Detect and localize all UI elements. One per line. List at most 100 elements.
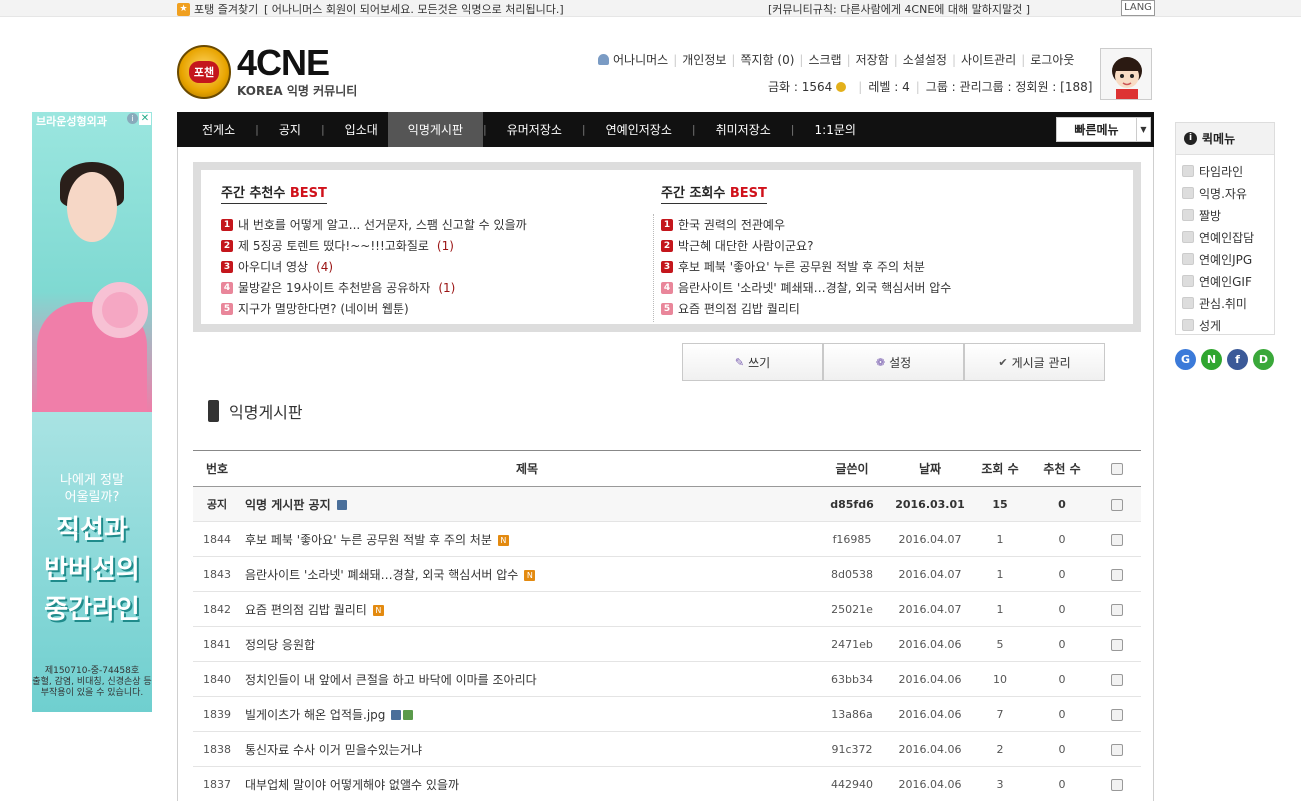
usermenu-nickname[interactable]: 어나니머스: [613, 51, 668, 68]
usermenu-site-admin[interactable]: 사이트관리: [961, 51, 1016, 68]
nav-item-notice[interactable]: 공지: [279, 112, 301, 147]
nav-item-entrance[interactable]: 입소대: [345, 112, 378, 147]
post-title[interactable]: 대부업체 말이야 어떻게해야 없앨수 있을까: [245, 778, 459, 792]
views-best-item[interactable]: 4 음란사이트 '소라넷' 폐쇄돼…경찰, 외국 핵심서버 압수: [661, 277, 1081, 298]
row-checkbox[interactable]: [1111, 498, 1123, 511]
best-item-title[interactable]: 박근혜 대단한 사람이군요?: [678, 237, 813, 254]
post-author[interactable]: 8d0538: [813, 556, 891, 592]
info-icon[interactable]: i: [127, 113, 138, 124]
post-checkbox-cell[interactable]: [1093, 731, 1141, 767]
post-title[interactable]: 통신자료 수사 이거 믿을수있는거냐: [245, 743, 422, 757]
quick-menu-item[interactable]: 연예인GIF: [1182, 270, 1274, 292]
col-header-views[interactable]: 조회 수: [969, 450, 1031, 487]
post-author[interactable]: 25021e: [813, 591, 891, 627]
side-ad-banner[interactable]: 브라운성형외과 i ✕ 나에게 정말 어울릴까? 직선과 반버선의 중간라인 제…: [32, 112, 152, 712]
quick-menu-item[interactable]: 성게: [1182, 314, 1274, 336]
usermenu-saved[interactable]: 저장함: [856, 51, 889, 68]
post-checkbox-cell[interactable]: [1093, 521, 1141, 557]
best-item-title[interactable]: 아우디녀 영상: [238, 258, 308, 275]
post-checkbox-cell[interactable]: [1093, 661, 1141, 697]
nav-item-hobby[interactable]: 취미저장소: [716, 112, 771, 147]
nav-item-inquiry[interactable]: 1:1문의: [815, 112, 856, 147]
recommend-best-item[interactable]: 4 물방같은 19사이트 추천받음 공유하자 (1): [221, 277, 641, 298]
post-title[interactable]: 빌게이츠가 해온 업적들.jpg: [245, 708, 385, 722]
recommend-best-item[interactable]: 2 제 5징공 토렌트 떴다!~~!!!고화질로 (1): [221, 235, 641, 256]
best-item-title[interactable]: 후보 페북 '좋아요' 누른 공무원 적발 후 주의 처분: [678, 258, 925, 275]
col-header-checkbox[interactable]: [1093, 450, 1141, 487]
table-row[interactable]: 1844 후보 페북 '좋아요' 누른 공무원 적발 후 주의 처분 Nf16985…: [193, 521, 1141, 557]
post-title-cell[interactable]: 음란사이트 '소라넷' 폐쇄돼…경찰, 외국 핵심서버 압수 N: [241, 556, 813, 592]
nav-item-anonymous-board[interactable]: 익명게시판: [387, 112, 483, 147]
post-author[interactable]: 91c372: [813, 731, 891, 767]
notice-row[interactable]: 공지 익명 게시판 공지 d85fd6 2016.03.01 15 0: [193, 486, 1141, 522]
post-checkbox-cell[interactable]: [1093, 556, 1141, 592]
row-checkbox[interactable]: [1111, 568, 1123, 581]
nav-item-humor[interactable]: 유머저장소: [507, 112, 562, 147]
write-button[interactable]: ✎ 쓰기: [682, 343, 823, 381]
quick-menu-item[interactable]: 연예인JPG: [1182, 248, 1274, 270]
table-row[interactable]: 1839 빌게이츠가 해온 업적들.jpg 13a86a 2016.04.06 7 0: [193, 696, 1141, 732]
row-checkbox[interactable]: [1111, 743, 1123, 756]
post-title-cell[interactable]: 정의당 응원합: [241, 626, 813, 662]
best-item-title[interactable]: 제 5징공 토렌트 떴다!~~!!!고화질로: [238, 237, 429, 254]
views-best-item[interactable]: 1 한국 권력의 전관예우: [661, 214, 1081, 235]
row-checkbox[interactable]: [1111, 778, 1123, 791]
post-title-cell[interactable]: 후보 페북 '좋아요' 누른 공무원 적발 후 주의 처분 N: [241, 521, 813, 557]
nav-item-celebrity[interactable]: 연예인저장소: [606, 112, 672, 147]
post-title-cell[interactable]: 요즘 편의점 김밥 퀄리티 N: [241, 591, 813, 627]
best-item-title[interactable]: 내 번호를 어떻게 알고... 선거문자, 스팸 신고할 수 있을까: [238, 216, 527, 233]
best-item-title[interactable]: 한국 권력의 전관예우: [678, 216, 785, 233]
post-checkbox-cell[interactable]: [1093, 591, 1141, 627]
manage-posts-button[interactable]: ✔ 게시글 관리: [964, 343, 1105, 381]
post-author[interactable]: f16985: [813, 521, 891, 557]
recommend-best-item[interactable]: 1 내 번호를 어떻게 알고... 선거문자, 스팸 신고할 수 있을까: [221, 214, 641, 235]
site-logo[interactable]: 포챈 4CNE KOREA 익명 커뮤니티: [177, 44, 357, 99]
post-title[interactable]: 요즘 편의점 김밥 퀄리티: [245, 603, 367, 617]
views-best-item[interactable]: 2 박근혜 대단한 사람이군요?: [661, 235, 1081, 256]
bookmark-link[interactable]: ★ 포탱 즐겨찾기: [177, 1, 258, 17]
best-item-title[interactable]: 음란사이트 '소라넷' 폐쇄돼…경찰, 외국 핵심서버 압수: [678, 279, 951, 296]
post-title[interactable]: 후보 페북 '좋아요' 누른 공무원 적발 후 주의 처분: [245, 533, 492, 547]
post-title[interactable]: 음란사이트 '소라넷' 폐쇄돼…경찰, 외국 핵심서버 압수: [245, 568, 518, 582]
quick-menu-item[interactable]: 관심.취미: [1182, 292, 1274, 314]
usermenu-scrap[interactable]: 스크랩: [808, 51, 841, 68]
best-item-title[interactable]: 요즘 편의점 김밥 퀄리티: [678, 300, 800, 317]
usermenu-profile[interactable]: 개인정보: [682, 51, 726, 68]
settings-button[interactable]: ❁ 설정: [823, 343, 964, 381]
usermenu-social-settings[interactable]: 소셜설정: [903, 51, 947, 68]
col-header-votes[interactable]: 추천 수: [1031, 450, 1093, 487]
post-title-cell[interactable]: 정치인들이 내 앞에서 큰절을 하고 바닥에 이마를 조아리다: [241, 661, 813, 697]
quick-menu-button[interactable]: 빠른메뉴 ▼: [1056, 117, 1151, 142]
post-title[interactable]: 정치인들이 내 앞에서 큰절을 하고 바닥에 이마를 조아리다: [245, 673, 537, 687]
row-checkbox[interactable]: [1111, 533, 1123, 546]
post-title[interactable]: 정의당 응원합: [245, 638, 315, 652]
post-title-cell[interactable]: 익명 게시판 공지: [241, 486, 813, 522]
table-row[interactable]: 1840 정치인들이 내 앞에서 큰절을 하고 바닥에 이마를 조아리다 63bb3…: [193, 661, 1141, 697]
usermenu-messages[interactable]: 쪽지함 (0): [740, 51, 794, 68]
avatar[interactable]: [1100, 48, 1152, 100]
post-checkbox-cell[interactable]: [1093, 486, 1141, 522]
post-author[interactable]: 63bb34: [813, 661, 891, 697]
row-checkbox[interactable]: [1111, 708, 1123, 721]
recommend-best-item[interactable]: 3 아우디녀 영상 (4): [221, 256, 641, 277]
naver-icon[interactable]: N: [1201, 349, 1222, 370]
quick-menu-item[interactable]: 짤방: [1182, 204, 1274, 226]
post-title-cell[interactable]: 빌게이츠가 해온 업적들.jpg: [241, 696, 813, 732]
table-row[interactable]: 1843 음란사이트 '소라넷' 폐쇄돼…경찰, 외국 핵심서버 압수 N 8d053…: [193, 556, 1141, 592]
post-author[interactable]: d85fd6: [813, 486, 891, 522]
best-item-title[interactable]: 지구가 멸망한다면? (네이버 웹툰): [238, 300, 409, 317]
post-checkbox-cell[interactable]: [1093, 696, 1141, 732]
daum-icon[interactable]: D: [1253, 349, 1274, 370]
row-checkbox[interactable]: [1111, 638, 1123, 651]
col-header-date[interactable]: 날짜: [891, 450, 969, 487]
quick-menu-item[interactable]: 타임라인: [1182, 160, 1274, 182]
nav-item-board-main[interactable]: 전게소: [177, 112, 235, 147]
close-icon[interactable]: ✕: [139, 113, 151, 125]
post-title-cell[interactable]: 대부업체 말이야 어떻게해야 없앨수 있을까: [241, 766, 813, 801]
views-best-item[interactable]: 3 후보 페북 '좋아요' 누른 공무원 적발 후 주의 처분: [661, 256, 1081, 277]
quick-menu-item[interactable]: 익명.자유: [1182, 182, 1274, 204]
post-author[interactable]: 13a86a: [813, 696, 891, 732]
select-all-checkbox[interactable]: [1111, 463, 1123, 475]
usermenu-logout[interactable]: 로그아웃: [1030, 51, 1074, 68]
table-row[interactable]: 1842 요즘 편의점 김밥 퀄리티 N 25021e 2016.04.07 1 0: [193, 591, 1141, 627]
